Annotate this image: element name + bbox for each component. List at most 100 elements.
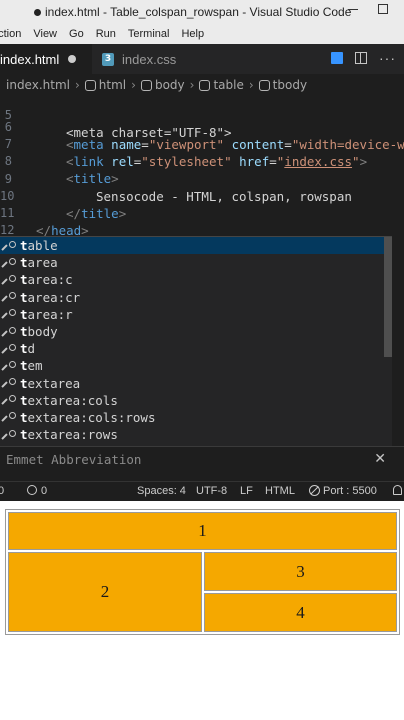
split-editor-icon[interactable] [355,52,367,64]
suggestion-item[interactable]: t em [0,357,392,374]
table-cell: 3 [204,552,397,591]
suggestion-match: t [20,289,28,305]
editor-actions: ··· [331,51,396,65]
minimize-icon[interactable] [348,4,358,10]
emmet-placeholder: Emmet Abbreviation [6,452,142,467]
broadcast-icon [27,485,37,495]
suggestion-label: area:c [27,272,73,288]
menu-selection[interactable]: ection [0,28,21,40]
title-bar: index.html - Table_colspan_rowspan - Vis… [0,0,404,24]
more-actions-icon[interactable]: ··· [379,51,396,65]
menu-terminal[interactable]: Terminal [128,28,170,40]
suggestion-match: t [20,427,28,443]
no-entry-icon [309,485,320,496]
element-icon [84,79,96,91]
wrench-icon [4,257,16,269]
modified-dot-icon[interactable] [68,55,77,63]
tab-index-html[interactable]: index.html [0,44,92,74]
suggestion-label: extarea [27,375,81,391]
element-icon [140,79,152,91]
suggestion-label: area [27,255,58,271]
suggestion-item[interactable]: t area:r [0,306,392,323]
suggestion-item[interactable]: t extarea:rows [0,426,392,443]
status-errors[interactable]: 0 [0,485,4,497]
suggestion-item[interactable]: t extarea [0,375,392,392]
tab-label: index.css [122,51,177,67]
code-line: 6 <meta name="viewport" content="width=d… [4,120,404,152]
wrench-icon [4,360,16,372]
status-live-server[interactable]: Port : 5500 [309,485,377,497]
demo-table: 1 2 3 4 [5,509,400,635]
menu-run[interactable]: Run [96,28,116,40]
chevron-right-icon: › [189,78,195,92]
css-file-icon: 3 [102,52,114,66]
wrench-icon [4,274,16,286]
suggestion-label: extarea:rows [27,427,118,443]
breadcrumb-item[interactable]: body [140,78,185,92]
menu-help[interactable]: Help [181,28,204,40]
wrench-icon [4,326,16,338]
status-ports[interactable]: 0 [27,485,47,497]
breadcrumb-item[interactable]: table [199,78,244,92]
suggestion-item[interactable]: t extarea:cols [0,392,392,409]
menu-go[interactable]: Go [69,28,84,40]
status-bar: 0 0 Spaces: 4 UTF-8 LF HTML Port : 5500 [0,481,404,501]
close-icon[interactable]: ✕ [374,451,386,467]
breadcrumb-item[interactable]: tbody [258,78,307,92]
breadcrumb-item[interactable]: html [84,78,126,92]
chevron-right-icon: › [248,78,254,92]
suggestion-list: t able t area t area:c t area:cr t area:r t body t d t… [0,236,392,446]
suggestion-label: able [27,238,58,253]
table-cell: 4 [204,593,397,632]
window-controls [348,4,388,14]
code-line: 11 </head> [0,206,89,238]
suggestion-label: extarea:cols:rows [27,409,156,425]
code-line: 12 [0,223,15,237]
suggestion-match: t [20,375,28,391]
open-preview-icon[interactable] [331,52,343,64]
element-icon [199,79,211,91]
element-icon [258,79,270,91]
wrench-icon [4,308,16,320]
suggestion-label: d [27,341,36,357]
suggestion-match: t [20,409,28,425]
table-cell: 1 [8,512,397,550]
maximize-icon[interactable] [378,4,388,14]
suggestion-item[interactable]: t able [0,237,392,255]
suggestion-match: t [20,255,28,271]
suggestion-match: t [20,392,28,408]
suggestion-item[interactable]: td [0,340,392,357]
suggestion-item[interactable]: t extarea:cols:rows [0,409,392,426]
wrench-icon [4,291,16,303]
tab-index-css[interactable]: 3 index.css [92,44,186,74]
suggestion-scrollbar[interactable] [384,237,392,357]
table-cell: 2 [8,552,202,632]
code-line: 8 <title> [4,154,119,186]
suggestion-item[interactable]: t body [0,323,392,340]
code-line: 7 <link rel="stylesheet" href="index.css… [4,137,368,169]
notifications-bell-icon[interactable] [393,485,402,498]
wrench-icon [4,394,16,406]
editor-tabs: index.html 3 index.css ··· [0,44,404,74]
wrench-icon [4,377,16,389]
breadcrumb-item[interactable]: index.html [6,78,70,92]
status-language[interactable]: HTML [265,485,295,497]
suggestion-match: t [20,358,28,374]
chevron-right-icon: › [131,78,136,92]
status-encoding[interactable]: UTF-8 [196,485,227,497]
menu-view[interactable]: View [33,28,57,40]
status-indentation[interactable]: Spaces: 4 [137,485,186,497]
suggestion-match: t [20,272,28,288]
suggestion-item[interactable]: t area:c [0,271,392,288]
chevron-right-icon: › [74,78,80,92]
status-eol[interactable]: LF [240,485,253,497]
suggestion-item[interactable]: t area [0,254,392,271]
suggestion-item[interactable]: t area:cr [0,289,392,306]
suggestion-label: area:r [27,306,73,322]
emmet-abbreviation-input[interactable]: Emmet Abbreviation ✕ [0,446,404,472]
suggestion-label: extarea:cols [27,392,118,408]
menu-bar: ection View Go Run Terminal Help [0,24,404,44]
code-line: 10 </title> [0,189,127,221]
wrench-icon [4,343,16,355]
suggestion-match: t [20,341,28,357]
